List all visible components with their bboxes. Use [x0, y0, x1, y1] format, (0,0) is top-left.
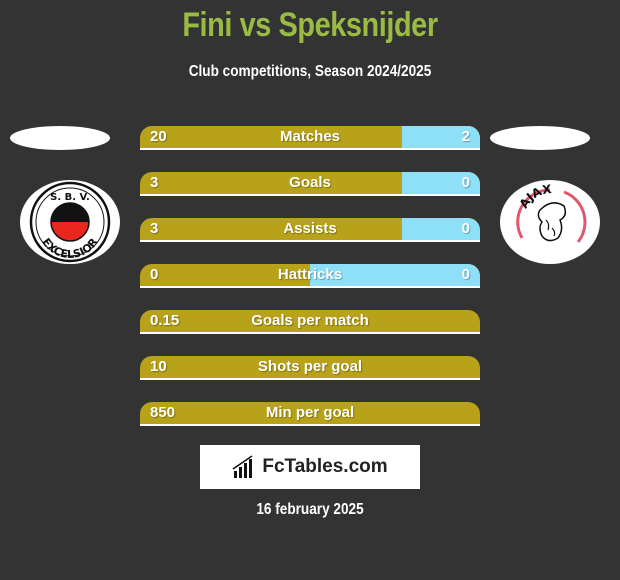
ajax-crest-icon: AJAX [510, 182, 590, 262]
stat-label: Goals [289, 174, 331, 191]
excelsior-crest-icon: S. B. V. EXCELSIOR [29, 181, 111, 263]
right-value: 2 [461, 128, 470, 145]
left-player-placeholder [10, 126, 110, 150]
stat-label: Hattricks [277, 266, 343, 283]
stat-label: Assists [283, 220, 337, 237]
stat-row-min-per-goal: 850 Min per goal [140, 402, 480, 426]
stat-row-hattricks: 0 Hattricks 0 [140, 264, 480, 288]
stat-label: Shots per goal [257, 358, 363, 375]
stat-label: Goals per match [251, 312, 369, 329]
stat-row-shots-per-goal: 10 Shots per goal [140, 356, 480, 380]
season-subtitle: Club competitions, Season 2024/2025 [188, 63, 432, 80]
stat-row-goals: 3 Goals 0 [140, 172, 480, 196]
right-player-placeholder [490, 126, 590, 150]
fctables-brand[interactable]: FcTables.com [200, 445, 420, 489]
bar-chart-icon [232, 455, 253, 478]
right-value: 0 [461, 174, 470, 191]
stat-label: Min per goal [265, 404, 355, 421]
stat-row-matches: 20 Matches 2 [140, 126, 480, 150]
right-value: 0 [461, 220, 470, 237]
excelsior-logo: S. B. V. EXCELSIOR [20, 180, 120, 264]
brand-name: FcTables.com [262, 456, 388, 477]
ajax-logo: AJAX [500, 180, 600, 264]
right-value: 0 [461, 266, 470, 283]
stat-row-goals-per-match: 0.15 Goals per match [140, 310, 480, 334]
report-date: 16 february 2025 [256, 501, 364, 518]
logo-top-text: S. B. V. [50, 192, 90, 203]
stat-row-assists: 3 Assists 0 [140, 218, 480, 242]
page-title: Fini vs Speksnijder [182, 6, 438, 44]
stat-label: Matches [279, 128, 341, 145]
